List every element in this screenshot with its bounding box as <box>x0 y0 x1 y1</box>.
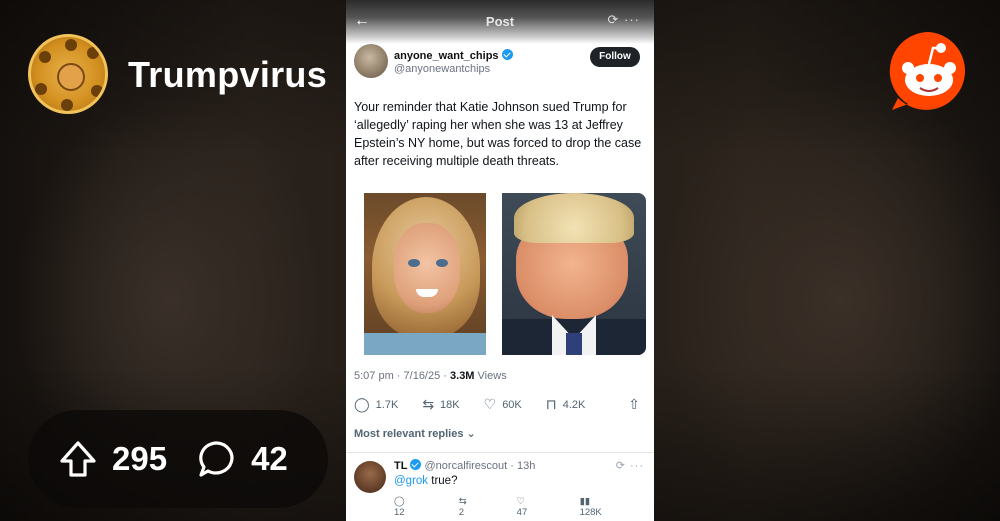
upvote-count: 295 <box>112 440 168 477</box>
more-options-icon[interactable]: ⟳ ··· <box>608 12 641 28</box>
reply-action[interactable]: ◯ 1.7K <box>354 396 398 413</box>
post-topbar: ← Post ⟳ ··· <box>346 0 654 44</box>
most-relevant-replies-dropdown[interactable]: Most relevant replies ⌄ <box>346 427 654 440</box>
reply-reposts[interactable]: ⇆ 2 <box>459 496 493 518</box>
author-row: anyone_want_chips @anyonewantchips Follo… <box>346 44 654 90</box>
reply-actions: ◯ 12 ⇆ 2 ♡ 47 ▮▮ 128K <box>394 496 654 518</box>
bookmark-icon: ⊓ <box>545 396 557 412</box>
comment-bubble-icon[interactable] <box>197 439 237 479</box>
author-handle: @anyonewantchips <box>394 63 491 75</box>
subreddit-avatar[interactable] <box>28 34 108 114</box>
author-avatar[interactable] <box>354 44 388 78</box>
upvote-arrow-icon[interactable] <box>58 439 98 479</box>
reply-likes[interactable]: ♡ 47 <box>517 496 556 518</box>
like-action[interactable]: ♡ 60K <box>484 396 522 413</box>
tweet-text: Your reminder that Katie Johnson sued Tr… <box>354 100 642 168</box>
reply-item[interactable]: TL @norcalfirescout · 13h ⟳ ··· @grok tr… <box>346 453 654 521</box>
reply-replies[interactable]: ◯ 12 <box>394 496 435 518</box>
reply-avatar[interactable] <box>354 461 386 493</box>
subreddit-name[interactable]: Trumpvirus <box>128 54 327 96</box>
follow-button[interactable]: Follow <box>590 47 640 67</box>
reply-more-icon[interactable]: ⟳ ··· <box>616 459 644 472</box>
verified-badge-icon <box>410 459 422 470</box>
reply-text: @grok true? <box>394 475 458 487</box>
tweet-images <box>346 190 654 360</box>
share-button[interactable]: ⇧ <box>628 396 646 413</box>
tweet-screenshot: ← Post ⟳ ··· anyone_want_chips @anyonewa… <box>346 0 654 521</box>
heart-icon: ♡ <box>483 396 497 412</box>
tweet-photo-man[interactable] <box>502 193 646 355</box>
tweet-meta: 5:07 pm · 7/16/25 · 3.3M Views <box>354 370 507 382</box>
bookmark-action[interactable]: ⊓ 4.2K <box>546 396 586 413</box>
tweet-photo-girl[interactable] <box>364 193 486 355</box>
share-icon: ⇧ <box>628 396 640 412</box>
verified-badge-icon <box>501 49 513 60</box>
author-name[interactable]: anyone_want_chips <box>394 49 513 62</box>
reply-header: TL @norcalfirescout · 13h <box>394 459 536 472</box>
tweet-actions: ◯ 1.7K ⇆ 18K ♡ 60K ⊓ 4.2K ⇧ <box>346 396 654 413</box>
repost-action[interactable]: ⇆ 18K <box>422 396 459 413</box>
comment-count: 42 <box>251 440 288 477</box>
reply-icon: ◯ <box>354 396 370 412</box>
repost-icon: ⇆ <box>422 396 435 412</box>
reddit-logo-icon <box>889 31 966 110</box>
reply-views[interactable]: ▮▮ 128K <box>580 496 630 518</box>
vote-comment-pill: 295 42 <box>28 410 328 508</box>
